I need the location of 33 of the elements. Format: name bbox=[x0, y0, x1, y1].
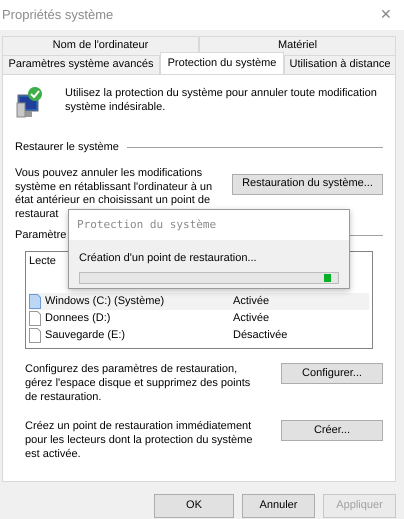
tab[interactable]: Nom de l'ordinateur bbox=[2, 36, 199, 55]
column-header: Lecte bbox=[29, 254, 56, 268]
drive-name: Windows (C:) (Système) bbox=[45, 294, 166, 308]
close-button[interactable]: ✕ bbox=[374, 5, 398, 25]
drive-row[interactable]: Sauvegarde (E:) Désactivée bbox=[29, 327, 369, 344]
tab[interactable]: Paramètres système avancés bbox=[2, 55, 160, 74]
drive-name: Donnees (D:) bbox=[45, 312, 112, 326]
drive-status: Activée bbox=[233, 294, 270, 308]
section-heading: Restaurer le système bbox=[15, 141, 119, 155]
section-heading: Paramètre bbox=[15, 228, 66, 242]
drive-icon bbox=[29, 311, 41, 326]
progress-message: Création d'un point de restauration... bbox=[78, 251, 258, 266]
action-description: Créez un point de restauration immédiatement pour les lecteurs dont la protection du système est activée. bbox=[25, 420, 254, 462]
intro-text: Utilisez la protection du système pour annuler toute modification système indésirable. bbox=[65, 87, 378, 114]
tab[interactable]: Matériel bbox=[199, 36, 396, 55]
drive-row[interactable]: Donnees (D:) Activée bbox=[29, 310, 369, 327]
drive-row[interactable]: Windows (C:) (Système) Activée bbox=[29, 293, 369, 310]
dialog-button[interactable]: OK bbox=[154, 494, 234, 518]
restore-button[interactable]: Restauration du système... bbox=[232, 174, 383, 195]
drive-icon bbox=[29, 328, 41, 343]
dialog-button[interactable]: Annuler bbox=[242, 494, 315, 518]
restore-description: restaurat bbox=[15, 208, 58, 222]
window-title: Propriétés système bbox=[2, 6, 114, 24]
action-button[interactable]: Configurer... bbox=[281, 363, 383, 384]
drive-status: Désactivée bbox=[233, 328, 288, 342]
drive-status: Activée bbox=[233, 312, 270, 326]
action-button[interactable]: Créer... bbox=[281, 420, 383, 442]
tab[interactable]: Utilisation à distance bbox=[284, 55, 396, 74]
dialog-title: Protection du système bbox=[69, 210, 349, 240]
drive-name: Sauvegarde (E:) bbox=[45, 328, 126, 342]
drive-icon bbox=[29, 294, 41, 309]
tab[interactable]: Protection du système bbox=[160, 52, 284, 74]
action-description: Configurez des paramètres de restauration, gérez l'espace disque et supprimez des points de restauration. bbox=[25, 363, 252, 404]
